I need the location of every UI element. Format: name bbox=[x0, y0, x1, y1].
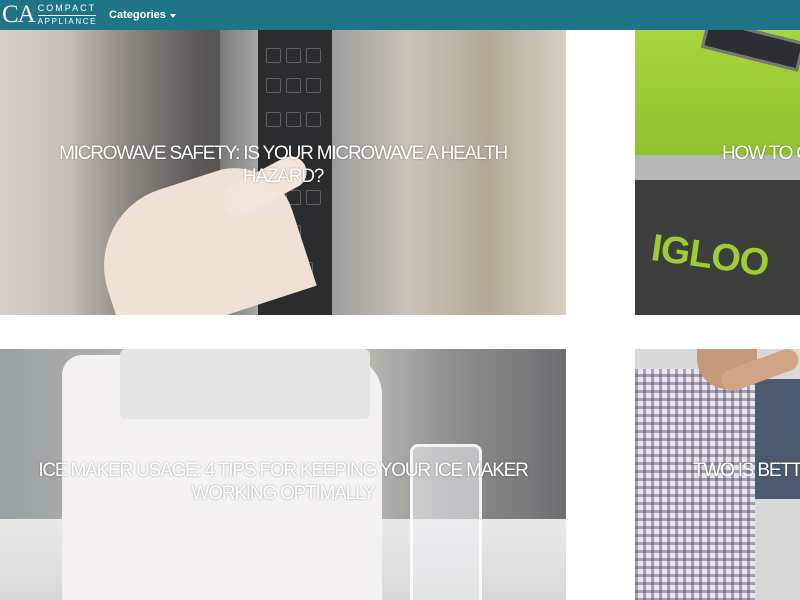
site-logo[interactable]: CA COMPACT APPLIANCE bbox=[2, 0, 97, 30]
article-title[interactable]: MICROWAVE SAFETY: IS YOUR MICROWAVE A HE… bbox=[0, 142, 566, 188]
logo-line-appliance: APPLIANCE bbox=[37, 17, 98, 26]
article-title[interactable]: ICE MAKER USAGE: 4 TIPS FOR KEEPING YOUR… bbox=[0, 459, 566, 505]
logo-line-compact: COMPACT bbox=[37, 3, 97, 13]
article-card-microwave[interactable]: MICROWAVE SAFETY: IS YOUR MICROWAVE A HE… bbox=[0, 30, 566, 315]
article-card-cooler[interactable]: IGLOO HOW TO C bbox=[635, 30, 800, 315]
logo-divider bbox=[37, 15, 96, 16]
logo-wordmark: COMPACT APPLIANCE bbox=[37, 3, 98, 26]
article-card-two-is-better[interactable]: TWO IS BETT bbox=[635, 349, 800, 600]
ice-maker-lid-image bbox=[120, 349, 370, 419]
article-title[interactable]: HOW TO C bbox=[722, 142, 800, 165]
categories-label: Categories bbox=[109, 9, 166, 21]
top-navbar: CA COMPACT APPLIANCE Categories bbox=[0, 0, 800, 30]
chevron-down-icon bbox=[169, 13, 176, 18]
article-title[interactable]: TWO IS BETT bbox=[693, 459, 800, 482]
article-card-ice-maker[interactable]: ICE MAKER USAGE: 4 TIPS FOR KEEPING YOUR… bbox=[0, 349, 566, 600]
person-shirt-image bbox=[635, 369, 755, 600]
logo-mark: CA bbox=[2, 1, 36, 28]
categories-menu[interactable]: Categories bbox=[109, 9, 176, 21]
